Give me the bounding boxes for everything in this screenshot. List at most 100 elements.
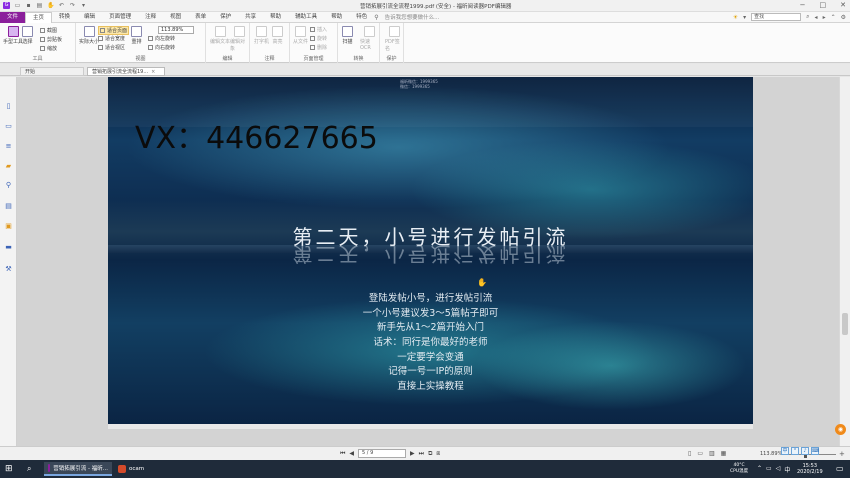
page-number-input[interactable]: 5 / 9 [358, 449, 407, 458]
select-button[interactable]: 选择 [22, 26, 33, 45]
next-page-icon[interactable]: ▶ [410, 450, 415, 457]
customize-icon[interactable]: ▾ [80, 2, 87, 9]
last-page-icon[interactable]: ⏭ [419, 450, 424, 458]
fit-page-button[interactable]: 适合页面 [98, 26, 130, 35]
facing-icon[interactable]: ▥ [709, 450, 715, 457]
from-file-button[interactable]: 从文件 [293, 26, 308, 45]
tell-me-input[interactable]: 告诉我您想要做什么... [385, 13, 440, 21]
taskbar-ocam-app[interactable]: ocam [114, 462, 154, 476]
pdf-sign-button[interactable]: PDF签名 [385, 26, 403, 52]
tab-document[interactable]: 营销拓展引流全流程19... × [87, 67, 165, 76]
taskbar-clock[interactable]: 15:53 2020/2/19 [797, 463, 823, 475]
notification-icon[interactable]: ▭ [836, 464, 844, 473]
first-page-icon[interactable]: ⏮ [340, 450, 345, 458]
delete-button[interactable]: 删除 [310, 44, 327, 51]
rotate-left-button[interactable]: 向左旋转 [148, 35, 175, 42]
collapse-ribbon-icon[interactable]: ⌃ [831, 14, 836, 21]
dropdown-icon[interactable]: ▾ [743, 14, 746, 21]
actual-size-button[interactable]: 实际大小 [79, 26, 99, 45]
menu-help[interactable]: 帮助 [263, 12, 288, 23]
close-icon[interactable]: ✕ [840, 1, 846, 9]
maximize-icon[interactable]: □ [820, 1, 827, 9]
menu-form[interactable]: 表单 [188, 12, 213, 23]
zoom-in-icon[interactable]: + [839, 450, 845, 458]
ime-indicator-icon[interactable]: 中 [784, 465, 790, 474]
attachment-icon[interactable]: ⚲ [4, 181, 13, 190]
document-workspace[interactable]: VX：446627665 第二天，小号进行发帖引流 第二天，小号进行发帖引流 登… [17, 77, 839, 446]
security-icon[interactable]: ▣ [4, 222, 13, 231]
quick-ocr-button[interactable]: 快速OCR [360, 26, 379, 51]
snapshot-button[interactable]: 截图 [40, 27, 57, 34]
prev-result-icon[interactable]: ◂ [815, 14, 818, 21]
tab-start[interactable]: 开始 [20, 67, 84, 76]
menu-edit[interactable]: 编辑 [77, 12, 102, 23]
menu-features[interactable]: 特色 [349, 12, 374, 23]
insert-button[interactable]: 插入 [310, 26, 327, 33]
menu-protect[interactable]: 保护 [213, 12, 238, 23]
redo-icon[interactable]: ↷ [69, 2, 76, 9]
windows-start-icon[interactable]: ⊞ [5, 464, 15, 474]
tools-icon[interactable]: ⚒ [4, 265, 13, 274]
taskbar-search-icon[interactable]: ⌕ [27, 464, 37, 474]
save-icon[interactable]: ▪ [25, 2, 32, 9]
menu-home[interactable]: 主页 [25, 11, 53, 23]
zoom-button[interactable]: 缩放 [40, 45, 57, 52]
rotate-right-button[interactable]: 向右旋转 [148, 44, 175, 51]
extract-page-icon[interactable]: ⧈ [436, 450, 440, 458]
fit-width-button[interactable]: 适合宽度 [98, 35, 125, 42]
rotate-button[interactable]: 旋转 [310, 35, 327, 42]
scrollbar-thumb[interactable] [842, 313, 848, 335]
ime-mode-icon[interactable]: 中 [781, 447, 789, 455]
properties-icon[interactable]: ▤ [4, 202, 13, 211]
continuous-icon[interactable]: ▭ [697, 450, 703, 457]
undo-icon[interactable]: ↶ [58, 2, 65, 9]
pdf-page[interactable]: VX：446627665 第二天，小号进行发帖引流 第二天，小号进行发帖引流 登… [108, 77, 753, 429]
network-icon[interactable]: ▭ [766, 465, 772, 474]
menu-convert[interactable]: 转换 [52, 12, 77, 23]
menu-help-2[interactable]: 帮助 [324, 12, 349, 23]
fields-icon[interactable]: ▬ [4, 243, 13, 252]
menu-accessibility[interactable]: 辅助工具 [288, 12, 324, 23]
tray-up-icon[interactable]: ⌃ [757, 465, 762, 474]
print-icon[interactable]: ▤ [36, 2, 43, 9]
layers-icon[interactable]: ≡ [4, 142, 13, 151]
continuous-facing-icon[interactable]: ▦ [721, 450, 727, 457]
edit-text-button[interactable]: 编辑文本 [210, 26, 230, 45]
hand-icon[interactable]: ✋ [47, 2, 54, 9]
single-page-icon[interactable]: ▯ [688, 450, 691, 457]
next-result-icon[interactable]: ▸ [823, 14, 826, 21]
assistant-icon[interactable]: ◉ [835, 424, 846, 435]
ime-mic-icon[interactable]: ♪ [801, 447, 809, 455]
minimize-icon[interactable]: − [800, 1, 806, 9]
menu-comment[interactable]: 注释 [138, 12, 163, 23]
highlight-button[interactable]: 高亮 [272, 26, 283, 45]
vertical-scrollbar[interactable] [839, 77, 850, 446]
taskbar-pdf-app[interactable]: 营销拓展引流 - 福昕... [44, 462, 112, 476]
pages-icon[interactable]: ▭ [4, 122, 13, 131]
find-input[interactable]: 查找 [751, 13, 802, 21]
scan-button[interactable]: 扫描 [342, 26, 353, 45]
fit-visible-button[interactable]: 适合视区 [98, 44, 125, 51]
typewriter-button[interactable]: 打字机 [254, 26, 269, 45]
settings-icon[interactable]: ⚙ [841, 14, 846, 21]
menu-view[interactable]: 视图 [163, 12, 188, 23]
bookmark-icon[interactable]: ▯ [4, 102, 13, 111]
menu-file[interactable]: 文件 [0, 11, 26, 23]
menu-share[interactable]: 共享 [238, 12, 263, 23]
menu-pages[interactable]: 页面管理 [102, 12, 138, 23]
open-icon[interactable]: ▭ [14, 2, 21, 9]
close-tab-icon[interactable]: × [151, 69, 155, 75]
reflow-button[interactable]: 重排 [131, 26, 142, 45]
edit-object-button[interactable]: 编辑对象 [230, 26, 249, 52]
search-icon[interactable]: ⌕ [806, 13, 809, 21]
clipboard-button[interactable]: 剪贴板 [40, 36, 62, 43]
hand-tool-button[interactable]: 手型工具 [3, 26, 23, 45]
volume-icon[interactable]: ◁ [776, 465, 781, 474]
ime-keyboard-icon[interactable]: ⌨ [811, 447, 819, 455]
ime-punct-icon[interactable]: ° [791, 447, 799, 455]
copy-page-icon[interactable]: ⧉ [428, 450, 432, 458]
sun-icon[interactable]: ☀ [733, 14, 738, 21]
comments-icon[interactable]: ▰ [4, 162, 13, 171]
zoom-select[interactable]: 113.89% [158, 26, 194, 34]
prev-page-icon[interactable]: ◀ [349, 450, 354, 457]
